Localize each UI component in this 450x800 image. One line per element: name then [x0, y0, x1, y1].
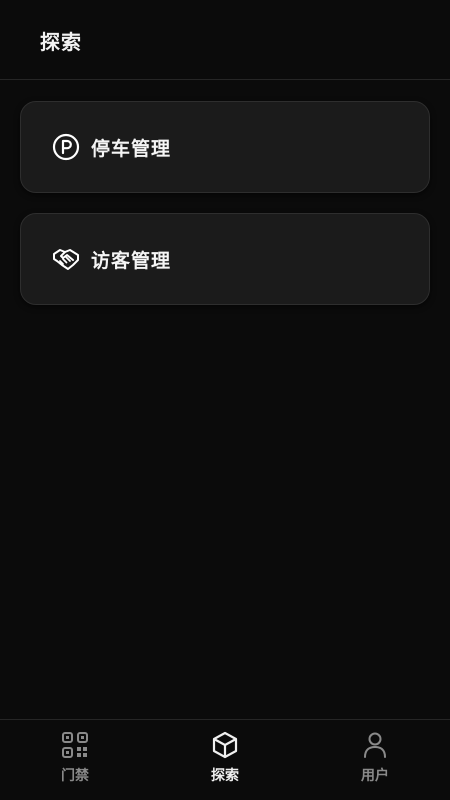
tab-explore-label: 探索 — [211, 768, 239, 784]
tab-access-control-label: 门禁 — [61, 768, 89, 784]
top-header: 探索 — [0, 0, 450, 80]
parking-management-card[interactable]: 停车管理 — [20, 101, 430, 193]
parking-icon — [51, 132, 81, 162]
qr-code-icon — [60, 730, 90, 760]
visitor-management-label: 访客管理 — [91, 249, 172, 272]
handshake-icon — [51, 244, 81, 274]
tab-user-label: 用户 — [361, 768, 389, 784]
bottom-tab-bar: 门禁 探索 用户 — [0, 719, 450, 800]
parking-management-label: 停车管理 — [91, 137, 172, 160]
visitor-management-card[interactable]: 访客管理 — [20, 213, 430, 305]
app-root: 探索 停车管理 访客管理 门禁 探索 用户 — [0, 0, 450, 800]
tab-access-control[interactable]: 门禁 — [0, 720, 150, 800]
cube-icon — [210, 730, 240, 760]
tab-explore[interactable]: 探索 — [150, 720, 300, 800]
tab-user[interactable]: 用户 — [300, 720, 450, 800]
user-icon — [360, 730, 390, 760]
page-title: 探索 — [40, 30, 82, 54]
